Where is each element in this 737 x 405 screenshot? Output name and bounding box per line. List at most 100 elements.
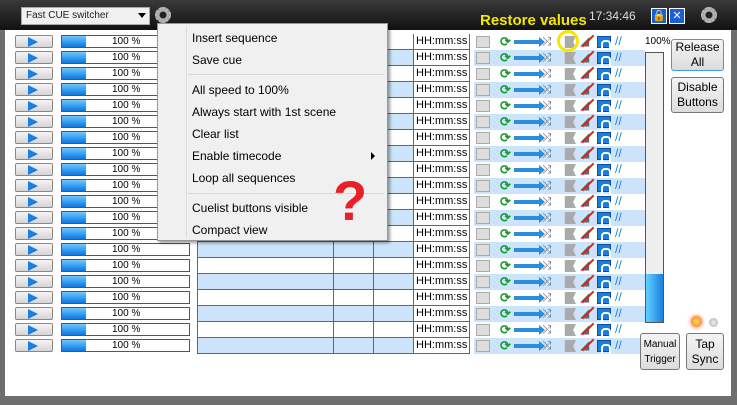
cue-cell[interactable] <box>333 242 374 258</box>
disable-buttons-button[interactable]: Disable Buttons <box>671 77 724 113</box>
play-button[interactable] <box>15 147 53 160</box>
restore-flag-icon[interactable] <box>564 148 576 160</box>
restore-flag-icon[interactable] <box>564 244 576 256</box>
go-arrow-icon[interactable] <box>514 85 545 95</box>
restore-flag-icon[interactable] <box>564 68 576 80</box>
zigzag-icon[interactable]: // <box>615 274 629 288</box>
step-cell[interactable] <box>373 290 414 306</box>
refresh-icon[interactable]: ⟳ <box>500 178 514 193</box>
restore-flag-icon[interactable] <box>564 180 576 192</box>
refresh-icon[interactable]: ⟳ <box>500 242 514 257</box>
refresh-icon[interactable]: ⟳ <box>500 274 514 289</box>
timecode-field[interactable]: HH:mm:ss <box>413 322 470 338</box>
zigzag-icon[interactable]: // <box>615 66 629 80</box>
timecode-field[interactable]: HH:mm:ss <box>413 98 470 114</box>
refresh-icon[interactable]: ⟳ <box>500 258 514 273</box>
speed-bar[interactable]: 100 % <box>61 259 190 272</box>
speed-bar[interactable]: 100 % <box>61 275 190 288</box>
sequence-name-cell[interactable] <box>197 338 334 354</box>
refresh-icon[interactable]: ⟳ <box>500 114 514 129</box>
edit-icon[interactable] <box>476 212 490 224</box>
switcher-select[interactable]: Fast CUE switcher <box>21 7 150 25</box>
play-button[interactable] <box>15 339 53 352</box>
play-button[interactable] <box>15 275 53 288</box>
mute-icon[interactable]: ◢ <box>580 162 594 176</box>
timecode-field[interactable]: HH:mm:ss <box>413 242 470 258</box>
refresh-icon[interactable]: ⟳ <box>500 226 514 241</box>
timecode-field[interactable]: HH:mm:ss <box>413 210 470 226</box>
restore-flag-icon[interactable] <box>564 260 576 272</box>
timecode-field[interactable]: HH:mm:ss <box>413 290 470 306</box>
play-button[interactable] <box>15 195 53 208</box>
zigzag-icon[interactable]: // <box>615 114 629 128</box>
restore-flag-icon[interactable] <box>564 116 576 128</box>
go-arrow-icon[interactable] <box>514 37 545 47</box>
zigzag-icon[interactable]: // <box>615 210 629 224</box>
play-button[interactable] <box>15 131 53 144</box>
loop-icon[interactable] <box>597 244 611 258</box>
go-arrow-icon[interactable] <box>514 181 545 191</box>
timecode-field[interactable]: HH:mm:ss <box>413 66 470 82</box>
shuffle-icon[interactable]: ⤨ <box>542 338 556 352</box>
go-arrow-icon[interactable] <box>514 133 545 143</box>
step-cell[interactable] <box>373 242 414 258</box>
menu-item-all-speed[interactable]: All speed to 100% <box>192 83 289 97</box>
play-button[interactable] <box>15 99 53 112</box>
go-arrow-icon[interactable] <box>514 277 545 287</box>
edit-icon[interactable] <box>476 164 490 176</box>
play-button[interactable] <box>15 115 53 128</box>
sequence-name-cell[interactable] <box>197 274 334 290</box>
go-arrow-icon[interactable] <box>514 213 545 223</box>
settings-gear-icon[interactable] <box>701 7 717 23</box>
go-arrow-icon[interactable] <box>514 149 545 159</box>
shuffle-icon[interactable]: ⤨ <box>542 226 556 240</box>
refresh-icon[interactable]: ⟳ <box>500 34 514 49</box>
sequence-name-cell[interactable] <box>197 322 334 338</box>
play-button[interactable] <box>15 259 53 272</box>
release-all-button[interactable]: Release All <box>671 39 724 71</box>
go-arrow-icon[interactable] <box>514 53 545 63</box>
loop-icon[interactable] <box>597 308 611 322</box>
shuffle-icon[interactable]: ⤨ <box>542 146 556 160</box>
edit-icon[interactable] <box>476 324 490 336</box>
mute-icon[interactable]: ◢ <box>580 322 594 336</box>
loop-icon[interactable] <box>597 36 611 50</box>
shuffle-icon[interactable]: ⤨ <box>542 258 556 272</box>
menu-item-cuelist-buttons[interactable]: Cuelist buttons visible <box>192 201 308 215</box>
timecode-field[interactable]: HH:mm:ss <box>413 226 470 242</box>
timecode-field[interactable]: HH:mm:ss <box>413 50 470 66</box>
master-slider[interactable] <box>645 52 664 323</box>
go-arrow-icon[interactable] <box>514 341 545 351</box>
manual-trigger-button[interactable]: Manual Trigger <box>640 333 680 370</box>
loop-icon[interactable] <box>597 84 611 98</box>
edit-icon[interactable] <box>476 68 490 80</box>
timecode-field[interactable]: HH:mm:ss <box>413 306 470 322</box>
edit-icon[interactable] <box>476 292 490 304</box>
play-button[interactable] <box>15 227 53 240</box>
loop-icon[interactable] <box>597 132 611 146</box>
edit-icon[interactable] <box>476 100 490 112</box>
step-cell[interactable] <box>373 306 414 322</box>
mute-icon[interactable]: ◢ <box>580 178 594 192</box>
go-arrow-icon[interactable] <box>514 197 545 207</box>
go-arrow-icon[interactable] <box>514 325 545 335</box>
go-arrow-icon[interactable] <box>514 117 545 127</box>
lock-icon[interactable]: 🔒 <box>651 8 667 24</box>
play-button[interactable] <box>15 211 53 224</box>
cue-cell[interactable] <box>333 258 374 274</box>
menu-item-loop-all[interactable]: Loop all sequences <box>192 171 295 185</box>
loop-icon[interactable] <box>597 100 611 114</box>
cue-cell[interactable] <box>333 338 374 354</box>
refresh-icon[interactable]: ⟳ <box>500 82 514 97</box>
speed-bar[interactable]: 100 % <box>61 323 190 336</box>
loop-icon[interactable] <box>597 260 611 274</box>
edit-icon[interactable] <box>476 260 490 272</box>
restore-flag-icon[interactable] <box>564 132 576 144</box>
speed-bar[interactable]: 100 % <box>61 291 190 304</box>
go-arrow-icon[interactable] <box>514 293 545 303</box>
go-arrow-icon[interactable] <box>514 261 545 271</box>
zigzag-icon[interactable]: // <box>615 98 629 112</box>
shuffle-icon[interactable]: ⤨ <box>542 162 556 176</box>
timecode-field[interactable]: HH:mm:ss <box>413 82 470 98</box>
go-arrow-icon[interactable] <box>514 101 545 111</box>
